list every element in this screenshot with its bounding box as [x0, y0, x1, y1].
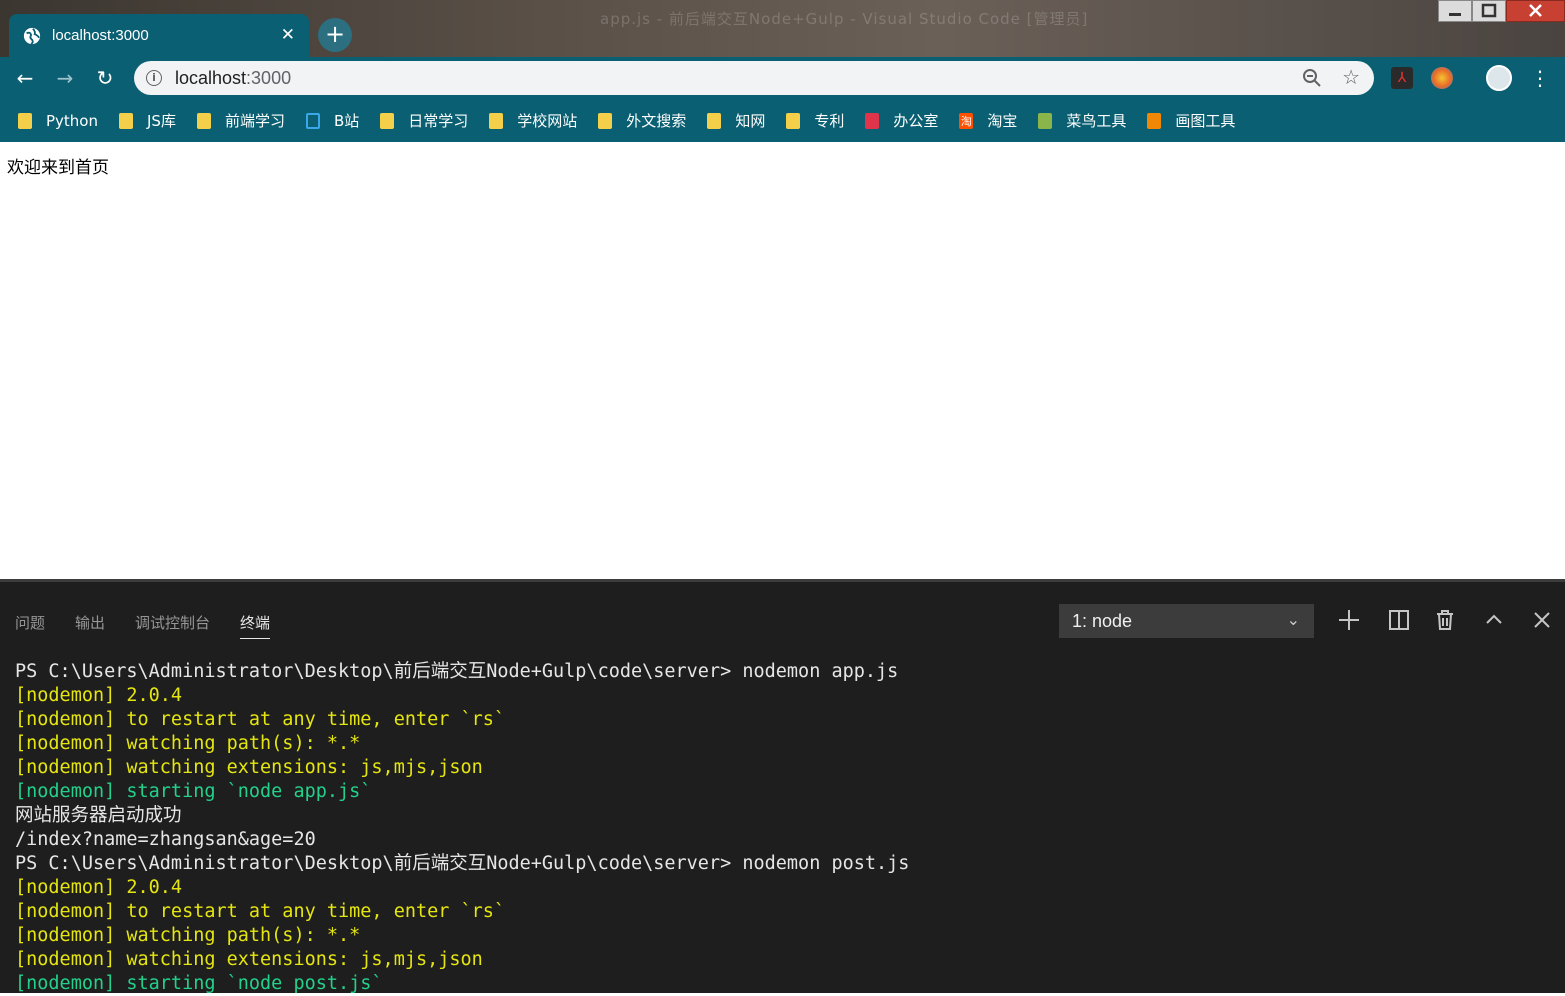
panel-tabs: 问题 输出 调试控制台 终端 — [15, 612, 300, 639]
terminal-select[interactable]: 1: node ⌄ — [1059, 604, 1314, 638]
terminal-line: [nodemon] watching path(s): *.* — [15, 733, 361, 754]
bookmark-label: B站 — [333, 112, 360, 130]
split-icon[interactable] — [1387, 608, 1411, 632]
plus-icon[interactable] — [1337, 608, 1361, 632]
bookmark-label: 前端学习 — [224, 112, 285, 130]
address-bar[interactable]: i localhost:3000 ☆ — [134, 61, 1374, 95]
terminal-line: [nodemon] starting `node app.js` — [15, 781, 372, 802]
terminal-line: 网站服务器启动成功 — [15, 805, 182, 826]
close-tab-icon[interactable]: ✕ — [281, 25, 295, 45]
bookmark-label: 学校网站 — [517, 112, 578, 130]
chevron-up-icon[interactable] — [1482, 608, 1506, 632]
bookmark-label: 画图工具 — [1175, 112, 1236, 130]
bookmark-runoob[interactable]: 菜鸟工具 — [1038, 110, 1126, 131]
folder-icon — [786, 112, 801, 129]
bookmark-daily-study[interactable]: 日常学习 — [380, 110, 468, 131]
site-info-icon[interactable]: i — [146, 70, 162, 86]
bookmark-office[interactable]: 办公室 — [865, 110, 938, 131]
globe-icon — [23, 27, 41, 45]
folder-icon — [18, 112, 32, 129]
folder-icon — [489, 112, 504, 129]
folder-icon — [196, 112, 211, 129]
chevron-down-icon: ⌄ — [1286, 612, 1300, 629]
tab-debug-console[interactable]: 调试控制台 — [135, 612, 210, 639]
url-port: :3000 — [246, 67, 292, 88]
tab-terminal[interactable]: 终端 — [240, 612, 271, 639]
bilibili-icon — [305, 112, 320, 129]
pdf-extension-icon[interactable]: ⅄ — [1391, 67, 1413, 89]
tab-output[interactable]: 输出 — [75, 612, 105, 639]
drawio-icon — [1147, 112, 1162, 129]
bookmark-label: 日常学习 — [408, 112, 469, 130]
bookmark-label: 办公室 — [893, 112, 939, 130]
back-button[interactable]: ← — [13, 66, 37, 90]
bookmark-python[interactable]: Python — [18, 112, 98, 130]
folder-icon — [380, 112, 395, 129]
office-icon — [865, 112, 880, 129]
trash-icon[interactable] — [1433, 608, 1457, 632]
terminal-output[interactable]: PS C:\Users\Administrator\Desktop\前后端交互N… — [15, 660, 1555, 996]
folder-icon — [707, 112, 722, 129]
terminal-line: [nodemon] 2.0.4 — [15, 685, 183, 706]
browser-toolbar: ← → ↻ i localhost:3000 ☆ ⅄ ⋮ — [0, 57, 1565, 99]
vscode-panel: 问题 输出 调试控制台 终端 1: node ⌄ PS C:\Users\Adm… — [0, 579, 1565, 996]
terminal-line: /index?name=zhangsan&age=20 — [15, 829, 316, 850]
page-body-text: 欢迎来到首页 — [7, 158, 109, 178]
bookmark-taobao[interactable]: 淘淘宝 — [959, 110, 1017, 131]
runoob-icon — [1038, 112, 1053, 129]
new-tab-button[interactable]: + — [318, 18, 352, 52]
browser-menu-icon[interactable]: ⋮ — [1530, 64, 1550, 92]
bookmark-patent[interactable]: 专利 — [786, 110, 844, 131]
bookmark-star-icon[interactable]: ☆ — [1342, 65, 1360, 89]
bookmark-foreign-search[interactable]: 外文搜索 — [598, 110, 686, 131]
bookmark-label: 知网 — [735, 112, 766, 130]
terminal-line: [nodemon] watching extensions: js,mjs,js… — [15, 757, 483, 778]
bookmark-school[interactable]: 学校网站 — [489, 110, 577, 131]
folder-icon — [598, 112, 613, 129]
bookmark-label: Python — [46, 111, 98, 130]
window-title: app.js - 前后端交互Node+Gulp - Visual Studio … — [600, 10, 1089, 28]
tab-problems[interactable]: 问题 — [15, 612, 45, 639]
terminal-line: PS C:\Users\Administrator\Desktop\前后端交互N… — [15, 853, 910, 874]
close-window-button[interactable] — [1506, 0, 1565, 22]
page-viewport: 欢迎来到首页 — [0, 142, 1565, 579]
bookmark-bilibili[interactable]: B站 — [305, 110, 360, 131]
terminal-line: [nodemon] to restart at any time, enter … — [15, 709, 506, 730]
bookmark-label: 菜鸟工具 — [1066, 112, 1127, 130]
terminal-line: [nodemon] to restart at any time, enter … — [15, 901, 506, 922]
terminal-select-value: 1: node — [1072, 611, 1133, 631]
terminal-line: [nodemon] starting `node post.js` — [15, 973, 383, 994]
bookmark-jslib[interactable]: JS库 — [119, 110, 176, 131]
minimize-window-button[interactable] — [1438, 0, 1472, 22]
bookmark-label: 专利 — [814, 112, 845, 130]
url-host: localhost — [175, 67, 247, 88]
window-titlebar: app.js - 前后端交互Node+Gulp - Visual Studio … — [0, 0, 1565, 57]
bookmark-label: 淘宝 — [987, 112, 1018, 130]
bookmark-cnki[interactable]: 知网 — [707, 110, 765, 131]
bookmark-frontend[interactable]: 前端学习 — [196, 110, 285, 131]
terminal-line: [nodemon] watching path(s): *.* — [15, 925, 361, 946]
browser-tab[interactable]: localhost:3000 ✕ — [9, 14, 309, 57]
terminal-line: [nodemon] watching extensions: js,mjs,js… — [15, 949, 483, 970]
terminal-line: PS C:\Users\Administrator\Desktop\前后端交互N… — [15, 661, 899, 682]
zoom-icon[interactable] — [1302, 68, 1322, 88]
close-icon[interactable] — [1530, 608, 1554, 632]
terminal-line: [nodemon] 2.0.4 — [15, 877, 183, 898]
taobao-icon: 淘 — [959, 112, 974, 129]
forward-button[interactable]: → — [53, 66, 77, 90]
reload-button[interactable]: ↻ — [93, 66, 117, 90]
extension-icon[interactable] — [1431, 67, 1453, 89]
bookmark-drawio[interactable]: 画图工具 — [1147, 110, 1235, 131]
bookmarks-bar: Python JS库 前端学习 B站 日常学习 学校网站 外文搜索 知网 专利 … — [0, 99, 1565, 142]
maximize-window-button[interactable] — [1472, 0, 1506, 22]
tab-title: localhost:3000 — [52, 27, 149, 44]
profile-avatar[interactable] — [1486, 65, 1512, 91]
folder-icon — [119, 112, 133, 129]
bookmark-label: JS库 — [147, 112, 176, 130]
bookmark-label: 外文搜索 — [626, 112, 687, 130]
